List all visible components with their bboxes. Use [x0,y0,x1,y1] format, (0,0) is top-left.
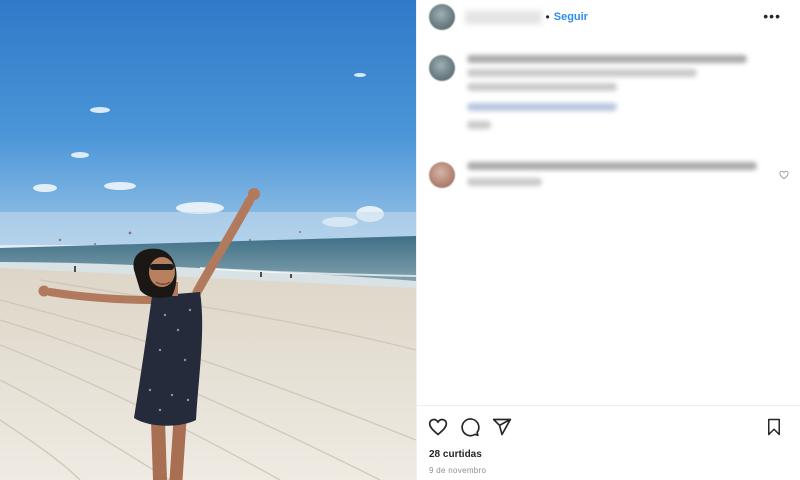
post-sidebar: ░░░░░░░░░ • Seguir ••• 28 curtidas 9 de … [416,0,800,480]
post-date: 9 de novembro [429,466,487,475]
heart-icon[interactable] [427,416,449,438]
caption-avatar[interactable] [429,55,455,81]
follow-button[interactable]: Seguir [554,11,588,23]
share-icon[interactable] [491,416,513,438]
comment-text-blurred [467,162,767,192]
post-actions: 28 curtidas 9 de novembro [417,405,800,480]
separator-dot: • [545,10,550,24]
author-username[interactable]: ░░░░░░░░░ [465,10,542,24]
commenter-avatar[interactable] [429,162,455,188]
bookmark-icon[interactable] [763,416,785,438]
comment-like-icon[interactable] [779,170,789,180]
action-icons [427,416,513,438]
likes-count[interactable]: 28 curtidas [429,449,482,460]
post-caption [429,55,789,135]
author-avatar[interactable] [429,4,455,30]
comment-row [429,162,793,192]
post-photo[interactable] [0,0,416,480]
caption-text-blurred [467,55,767,135]
post-header: ░░░░░░░░░ • Seguir ••• [417,0,800,34]
comment-icon[interactable] [459,416,481,438]
more-icon[interactable]: ••• [763,8,781,24]
